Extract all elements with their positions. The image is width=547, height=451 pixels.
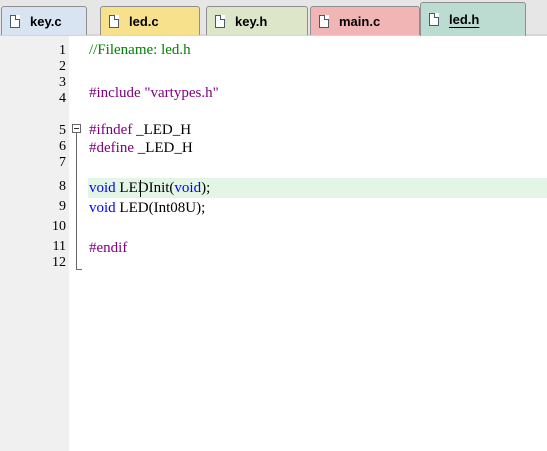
macro-name: _LED_H xyxy=(136,122,192,138)
line-number: 10 xyxy=(52,219,66,234)
tab-led-c[interactable]: led.c xyxy=(100,6,200,35)
file-icon xyxy=(109,14,119,28)
line-number: 2 xyxy=(59,59,66,74)
fold-end-marker xyxy=(76,269,82,270)
line-number: 8 xyxy=(59,179,66,194)
line-number: 3 xyxy=(59,75,66,90)
code-line-5: #ifndef _LED_H xyxy=(89,122,191,139)
include-string: "vartypes.h" xyxy=(144,85,219,101)
tab-main-c[interactable]: main.c xyxy=(310,6,420,35)
macro-name: _LED_H xyxy=(137,140,193,156)
code-line-11: #endif xyxy=(89,240,127,257)
line-number: 12 xyxy=(52,255,66,270)
function-name: LED xyxy=(119,200,149,216)
line-number: 1 xyxy=(59,43,66,58)
fold-range-line xyxy=(76,133,77,270)
tab-key-c[interactable]: key.c xyxy=(1,6,87,35)
preprocessor-directive: #endif xyxy=(89,240,128,256)
tab-label: main.c xyxy=(339,13,381,29)
code-line-1: //Filename: led.h xyxy=(89,42,191,59)
comment-text: //Filename: led.h xyxy=(89,42,191,58)
type-name: Int08U xyxy=(153,200,197,216)
tab-label: key.h xyxy=(235,13,268,29)
preprocessor-directive: #ifndef xyxy=(89,122,133,138)
code-line-6: #define _LED_H xyxy=(89,140,193,157)
keyword: void xyxy=(174,180,202,196)
tab-label: led.h xyxy=(449,12,480,27)
preprocessor-directive: #include xyxy=(89,85,141,101)
code-line-9: void LED(Int08U); xyxy=(89,200,205,217)
tab-label: led.c xyxy=(129,13,159,29)
line-number: 7 xyxy=(59,155,66,170)
file-icon xyxy=(10,14,20,28)
paren-close: ); xyxy=(201,180,211,196)
tab-label: key.c xyxy=(30,13,62,29)
tab-led-h[interactable]: led.h xyxy=(420,2,526,36)
code-line-3: #include "vartypes.h" xyxy=(89,85,219,102)
keyword: void xyxy=(89,200,116,216)
code-line-8: void LEDInit(void); xyxy=(89,180,210,197)
line-number: 11 xyxy=(52,239,66,254)
text-cursor xyxy=(140,180,141,197)
line-number: 6 xyxy=(59,139,66,154)
line-number: 9 xyxy=(59,199,66,214)
function-name: LEDInit xyxy=(119,180,170,196)
paren-close: ); xyxy=(196,200,206,216)
keyword: void xyxy=(89,180,116,196)
file-icon xyxy=(215,14,225,28)
preprocessor-directive: #define xyxy=(89,140,134,156)
line-number: 5 xyxy=(59,123,66,138)
file-icon xyxy=(319,14,329,28)
line-number: 4 xyxy=(59,91,66,106)
tab-key-h[interactable]: key.h xyxy=(206,6,308,35)
fold-toggle-icon[interactable] xyxy=(72,124,81,133)
tab-bar: key.c led.c key.h main.c led.h xyxy=(0,0,547,36)
file-icon xyxy=(429,13,439,26)
